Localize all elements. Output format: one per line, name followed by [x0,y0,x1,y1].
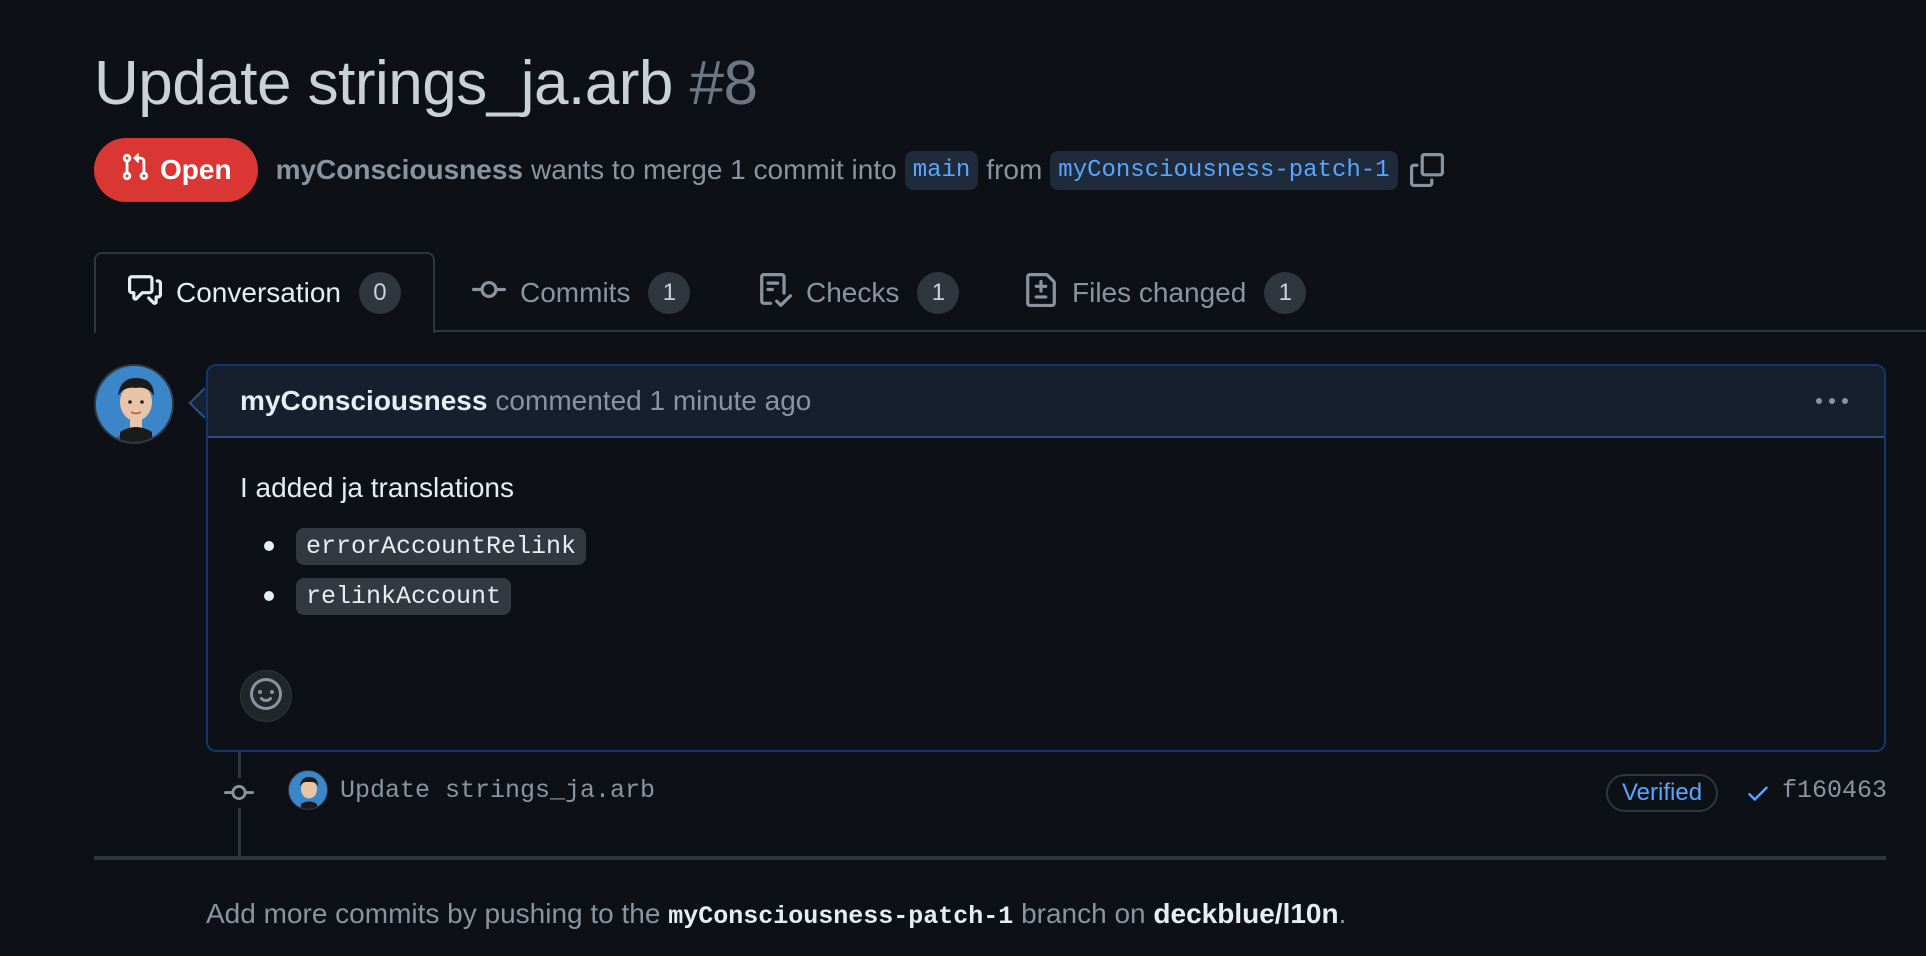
smiley-icon [250,677,282,715]
comment-discussion-icon [128,273,162,314]
avatar[interactable] [94,364,174,444]
push-hint-branch: myConsciousness-patch-1 [668,902,1014,931]
push-hint-repo: deckblue/l10n [1153,898,1339,929]
tab-commits-count: 1 [648,272,691,314]
commit-author-avatar[interactable] [288,770,328,810]
checklist-icon [758,272,793,314]
tab-checks-label: Checks [806,277,900,308]
tab-commits[interactable]: Commits 1 [472,252,691,334]
comment-author-link[interactable]: myConsciousness [240,385,487,417]
commit-message-link[interactable]: Update strings_ja.arb [340,776,655,805]
tab-files-changed[interactable]: Files changed 1 [1024,252,1307,334]
add-reaction-button[interactable] [240,670,292,722]
inline-code: relinkAccount [296,577,512,615]
git-commit-icon [222,778,256,808]
push-hint-middle: branch on [1021,898,1146,929]
state-label: Open [160,154,232,185]
pr-meta: Open myConsciousness wants to merge 1 co… [94,138,1444,202]
from-text: from [986,154,1043,185]
timeline-divider [94,856,1886,860]
push-hint: Add more commits by pushing to the myCon… [206,898,1346,931]
comment-body: I added ja translations errorAccountReli… [208,438,1884,616]
tab-commits-label: Commits [520,277,631,308]
head-branch[interactable]: myConsciousness-patch-1 [1050,150,1398,190]
comment-text: I added ja translations [240,472,514,503]
tab-conversation-count: 0 [358,272,401,314]
verified-badge[interactable]: Verified [1606,774,1719,812]
bullet [264,591,274,601]
pr-author-link[interactable]: myConsciousness [276,154,523,186]
list-item: relinkAccount [264,576,1852,616]
tab-files-changed-count: 1 [1264,272,1307,314]
tab-conversation[interactable]: Conversation 0 [94,252,435,334]
copy-icon[interactable] [1409,153,1444,187]
file-diff-icon [1024,272,1058,314]
pr-tabs: Conversation 0 Commits 1 Checks 1 Files … [94,252,1926,334]
git-pull-request-icon [120,152,150,189]
merge-text: wants to merge 1 commit into [530,154,897,185]
kebab-horizontal-icon[interactable] [1812,386,1852,416]
base-branch[interactable]: main [904,150,979,190]
pr-title-text: Update strings_ja.arb [94,49,673,118]
push-hint-prefix: Add more commits by pushing to the [206,898,661,929]
pr-title: Update strings_ja.arb #8 [94,48,758,119]
commit-sha-link[interactable]: f160463 [1782,776,1887,805]
tab-conversation-label: Conversation [176,277,341,308]
comment-header: myConsciousness commented 1 minute ago [208,366,1884,438]
state-badge-open: Open [94,138,258,202]
inline-code: errorAccountRelink [296,527,587,565]
push-hint-suffix: . [1338,898,1347,929]
comment-box: myConsciousness commented 1 minute ago I… [206,364,1886,752]
tab-checks[interactable]: Checks 1 [758,252,960,334]
pr-number: #8 [689,49,758,118]
bullet [264,541,274,551]
comment-action[interactable]: commented 1 minute ago [495,385,811,417]
check-icon[interactable] [1744,780,1772,806]
comment-list: errorAccountRelink relinkAccount [240,526,1852,616]
tab-files-changed-label: Files changed [1072,277,1247,308]
tab-checks-count: 1 [917,272,960,314]
list-item: errorAccountRelink [264,526,1852,566]
git-commit-icon [472,273,506,314]
